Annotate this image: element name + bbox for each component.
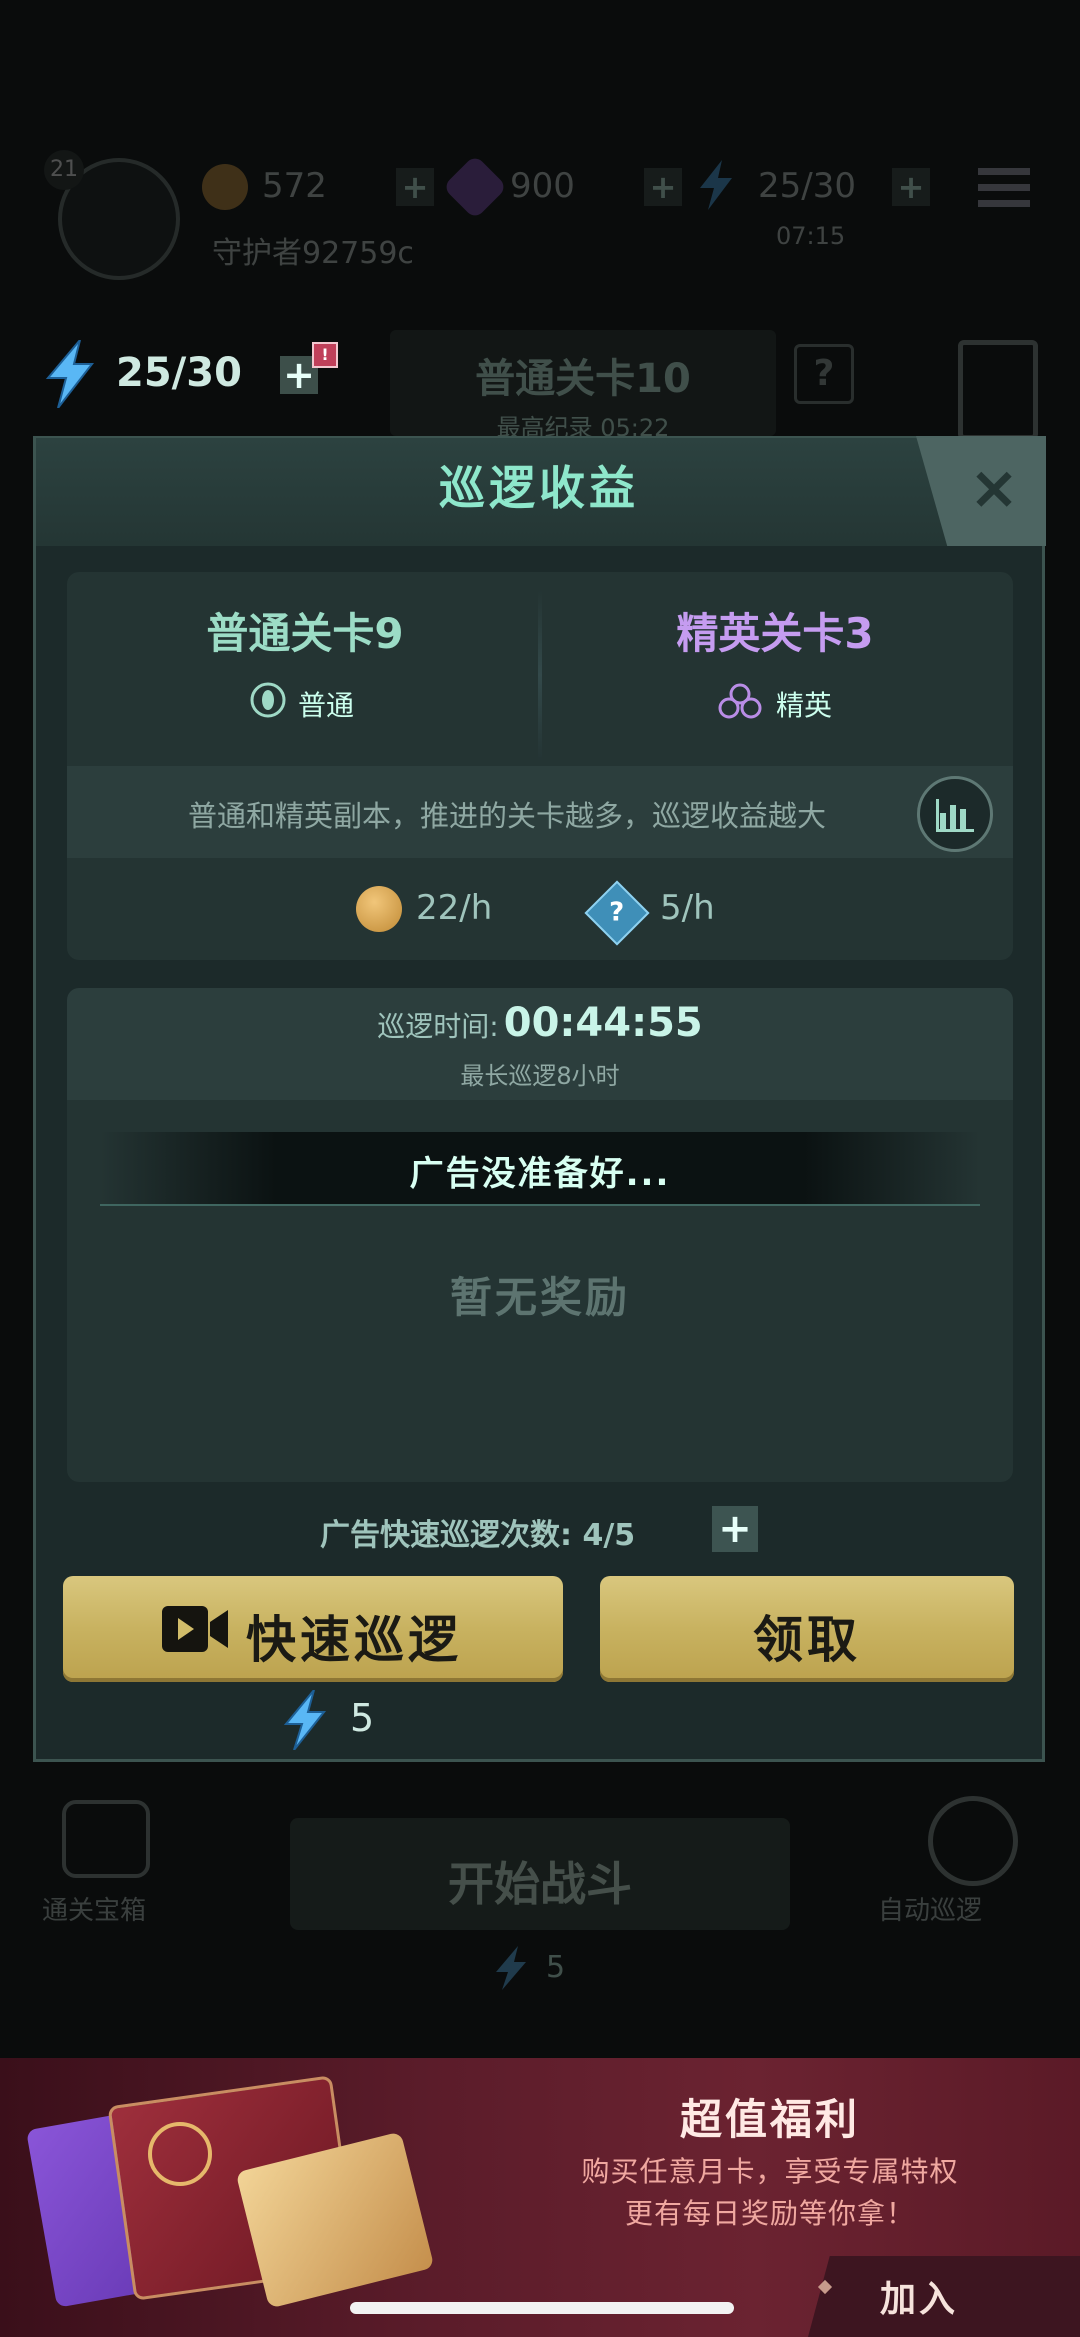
stage-select-label: 普通关卡10: [475, 356, 691, 402]
add-gold-button[interactable]: +: [396, 168, 434, 206]
ad-quick-patrol-count: 广告快速巡逻次数: 4/5: [320, 1518, 636, 1553]
gold-coin-icon: [202, 164, 248, 210]
quick-patrol-label: 快速巡逻: [246, 1611, 462, 1669]
promo-line-1: 购买任意月卡，享受专属特权: [581, 2155, 959, 2188]
max-patrol-note: 最长巡逻8小时: [460, 1062, 620, 1090]
coin-icon: [356, 886, 402, 932]
task-clipboard-icon[interactable]: [958, 340, 1038, 440]
statistics-button[interactable]: [917, 776, 993, 852]
energy-bolt-icon: [283, 1690, 327, 1750]
chest-label: 通关宝箱: [42, 1896, 147, 1926]
quick-patrol-cost: 5: [350, 1696, 375, 1740]
add-gem-button[interactable]: +: [644, 168, 682, 206]
bar-chart-icon: [936, 799, 974, 832]
promo-line-2: 更有每日奖励等你拿！: [624, 2197, 915, 2230]
card-emblem-icon: [148, 2122, 212, 2186]
modal-title: 巡逻收益: [439, 461, 639, 515]
player-level-badge: 21: [44, 150, 84, 190]
auto-patrol-icon[interactable]: [928, 1796, 1018, 1886]
no-reward-text: 暂无奖励: [449, 1273, 630, 1322]
elite-difficulty-icon: [718, 683, 762, 719]
energy-bolt-icon: [496, 1946, 526, 1990]
auto-patrol-label: 自动巡逻: [878, 1896, 983, 1926]
menu-icon[interactable]: [978, 166, 1030, 210]
energy-timer: 07:15: [776, 222, 846, 250]
patrol-timer-value: 00:44:55: [503, 1000, 703, 1046]
start-battle-label: 开始战斗: [448, 1857, 632, 1911]
promo-title: 超值福利: [679, 2095, 860, 2144]
energy-bolt-icon: [45, 340, 95, 408]
coin-rate: 22/h: [416, 888, 493, 928]
crystal-rate: 5/h: [660, 888, 715, 928]
alert-badge: !: [312, 342, 338, 368]
treasure-chest-icon[interactable]: [62, 1800, 150, 1878]
patrol-info-text: 普通和精英副本，推进的关卡越多，巡逻收益越大: [187, 799, 826, 833]
ad-status-text: 广告没准备好...: [409, 1154, 671, 1194]
patrol-timer-label: 巡逻时间:: [377, 1010, 499, 1043]
help-button[interactable]: ?: [794, 344, 854, 404]
add-ad-count-button[interactable]: +: [712, 1506, 758, 1552]
add-energy-button[interactable]: +: [892, 168, 930, 206]
gem-amount: 900: [510, 166, 575, 206]
home-indicator[interactable]: [350, 2302, 734, 2314]
close-icon[interactable]: ×: [964, 458, 1024, 518]
join-label: 加入: [880, 2279, 959, 2320]
elite-difficulty-label: 精英: [776, 689, 833, 722]
panel-divider: [538, 590, 542, 760]
elite-stage-name: 精英关卡3: [676, 609, 874, 658]
video-camera-icon: [162, 1606, 228, 1652]
normal-difficulty-label: 普通: [298, 689, 355, 722]
energy-amount: 25/30: [758, 166, 856, 206]
claim-label: 领取: [753, 1611, 861, 1669]
energy-bolt-icon: [700, 160, 732, 210]
player-name: 守护者92759c: [212, 236, 414, 271]
gold-amount: 572: [262, 166, 327, 206]
patrol-timer-row: 巡逻时间: 00:44:55: [67, 1000, 1013, 1046]
start-battle-cost: 5: [546, 1950, 566, 1985]
energy-value: 25/30: [116, 350, 242, 396]
normal-difficulty-icon: [250, 682, 286, 718]
normal-stage-name: 普通关卡9: [206, 609, 404, 658]
